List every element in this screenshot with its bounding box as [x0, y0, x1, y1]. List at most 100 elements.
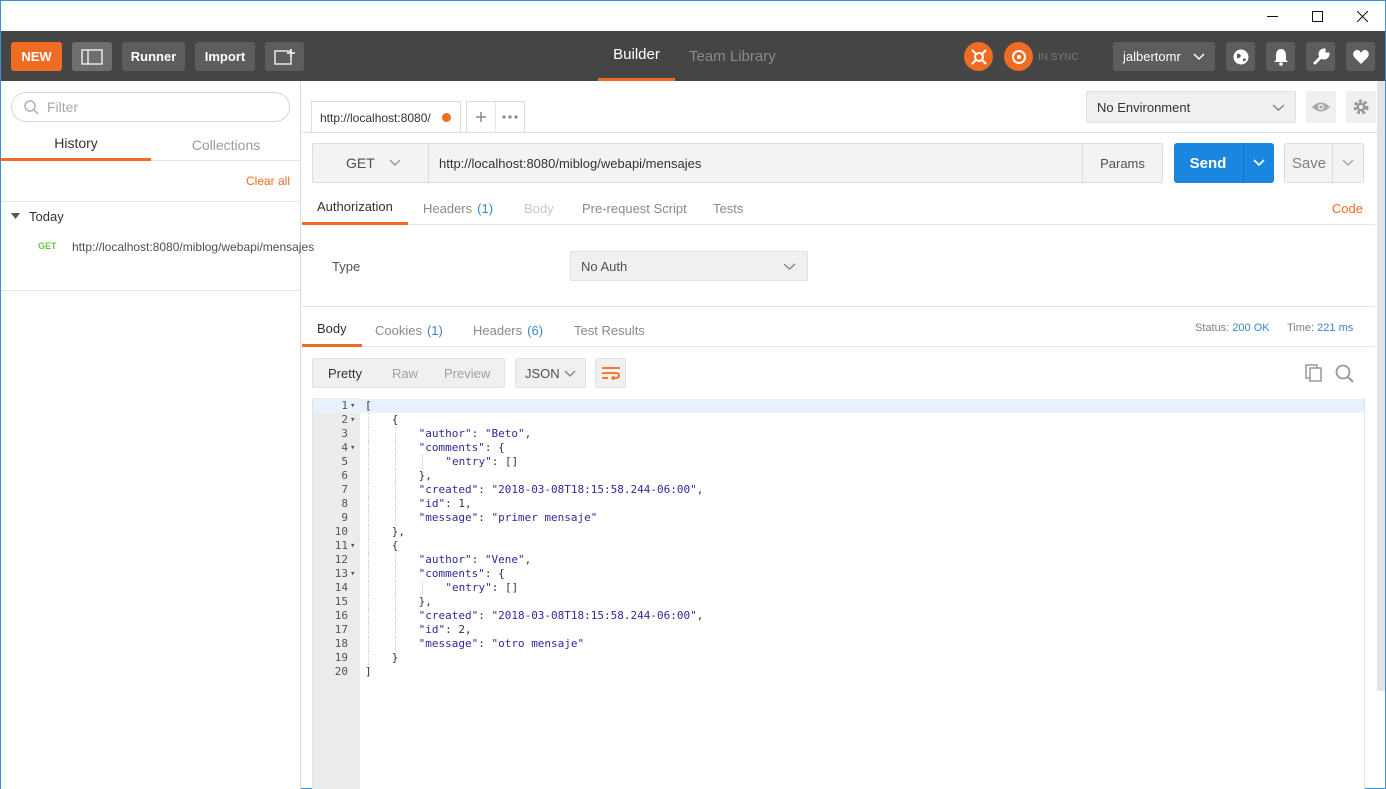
copy-button[interactable] [1305, 364, 1323, 385]
code-text: "id": 2, [418, 623, 472, 636]
line-number: 12 [334, 553, 348, 566]
tab-history[interactable]: History [1, 128, 151, 161]
scrollbar[interactable] [1377, 81, 1385, 691]
history-group-today[interactable]: Today [11, 209, 64, 224]
format-select[interactable]: JSON [515, 358, 586, 388]
tab-response-body[interactable]: Body [302, 313, 362, 347]
line-number: 1 [341, 399, 348, 412]
chevron-down-icon [1193, 53, 1205, 61]
import-button[interactable]: Import [195, 42, 255, 71]
indent-guide [368, 511, 369, 525]
line-number: 16 [334, 609, 348, 622]
wrap-lines-icon [601, 367, 620, 380]
satellite-icon [970, 48, 987, 65]
response-body-editor[interactable]: 1 ▾[2 ▾{3 "author": "Beto", 4 ▾ "comments": {5… [312, 398, 1365, 789]
method-select[interactable]: GET [313, 144, 429, 182]
view-pretty[interactable]: Pretty [328, 359, 362, 387]
indent-guide [368, 427, 369, 441]
notifications-button[interactable] [1266, 42, 1295, 71]
unsaved-dot-icon [442, 113, 451, 122]
manage-environments-button[interactable] [1346, 91, 1376, 123]
code-text: "entry": [] [445, 581, 519, 594]
fold-toggle-icon[interactable]: ▾ [350, 399, 355, 413]
method-value: GET [346, 155, 375, 171]
tab-collections[interactable]: Collections [151, 128, 301, 161]
minimize-button[interactable] [1249, 1, 1295, 31]
fold-toggle-icon[interactable]: ▾ [350, 413, 355, 427]
save-button[interactable]: Save [1284, 143, 1364, 183]
indent-guide [368, 567, 369, 581]
save-options-button[interactable] [1332, 144, 1363, 182]
wrap-lines-button[interactable] [595, 358, 626, 388]
maximize-button[interactable] [1294, 1, 1340, 31]
auth-type-select[interactable]: No Auth [570, 251, 808, 281]
search-response-button[interactable] [1335, 364, 1354, 386]
new-button[interactable]: NEW [11, 42, 62, 71]
clear-all-link[interactable]: Clear all [246, 174, 290, 188]
fold-toggle-icon[interactable]: ▾ [350, 567, 355, 581]
code-text: } [391, 651, 399, 664]
send-options-button[interactable] [1243, 143, 1274, 183]
history-item[interactable]: GET http://localhost:8080/miblog/webapi/… [38, 238, 315, 257]
url-input[interactable]: http://localhost:8080/miblog/webapi/mens… [439, 144, 701, 182]
indent-guide [368, 525, 369, 539]
view-preview[interactable]: Preview [444, 359, 490, 387]
gear-icon [1353, 99, 1369, 115]
chevron-down-icon [1342, 159, 1354, 167]
code-line: 7 "created": "2018-03-08T18:15:58.244-06:… [313, 483, 1364, 497]
format-value: JSON [525, 365, 560, 381]
tab-builder[interactable]: Builder [598, 31, 675, 81]
favorites-button[interactable] [1346, 42, 1375, 71]
sidebar: History Collections Clear all Today GET … [1, 81, 315, 789]
line-number: 6 [341, 469, 348, 482]
filter-field[interactable] [11, 92, 290, 122]
new-window-button[interactable] [265, 42, 304, 71]
indent-guide [368, 581, 369, 595]
user-menu-button[interactable]: jalbertomr [1113, 42, 1215, 71]
indent-guide [368, 637, 369, 651]
fold-toggle-icon[interactable]: ▾ [350, 441, 355, 455]
maximize-icon [1311, 10, 1323, 22]
interceptor-button[interactable] [964, 42, 993, 71]
close-button[interactable] [1339, 1, 1385, 31]
new-tab-button[interactable] [467, 102, 496, 132]
indent-guide [368, 469, 369, 483]
tab-actions [466, 101, 525, 133]
indent-guide [394, 567, 396, 581]
settings-button[interactable] [1306, 42, 1335, 71]
indent-guide [368, 623, 369, 637]
tab-tests[interactable]: Tests [713, 191, 743, 225]
runner-button[interactable]: Runner [122, 42, 185, 71]
tab-options-button[interactable] [496, 102, 524, 132]
tab-team-library[interactable]: Team Library [689, 31, 776, 81]
filter-input[interactable] [47, 99, 247, 115]
tab-headers[interactable]: Headers (1) [423, 191, 493, 225]
tab-response-headers[interactable]: Headers (6) [473, 313, 543, 347]
code-line: 2 ▾ { [313, 413, 1364, 427]
tab-test-results[interactable]: Test Results [574, 313, 645, 347]
line-number: 13 [334, 567, 348, 580]
fold-toggle-icon[interactable]: ▾ [350, 539, 355, 553]
sync-button[interactable] [1004, 42, 1033, 71]
tab-cookies[interactable]: Cookies (1) [375, 313, 443, 347]
request-tab[interactable]: http://localhost:8080/ [311, 101, 461, 133]
wrench-icon [1313, 47, 1330, 64]
toggle-sidebar-button[interactable] [72, 42, 112, 71]
indent-guide [394, 595, 396, 609]
view-raw[interactable]: Raw [392, 359, 418, 387]
line-number: 7 [341, 483, 348, 496]
indent-guide [368, 455, 369, 469]
tab-pre-request-script[interactable]: Pre-request Script [582, 191, 687, 225]
sync-icon [1011, 49, 1026, 64]
environment-quick-look-button[interactable] [1306, 91, 1336, 123]
cookies-count: (1) [426, 322, 443, 338]
tab-authorization[interactable]: Authorization [302, 191, 408, 225]
history-item-url: http://localhost:8080/miblog/webapi/mens… [72, 240, 315, 254]
code-text: "message": "primer mensaje" [418, 511, 598, 524]
globe-button[interactable] [1226, 42, 1255, 71]
generate-code-link[interactable]: Code [1332, 201, 1363, 216]
send-button[interactable]: Send [1174, 143, 1274, 183]
environment-select[interactable]: No Environment [1086, 91, 1296, 123]
params-button[interactable]: Params [1082, 144, 1162, 182]
tab-body[interactable]: Body [524, 191, 554, 225]
